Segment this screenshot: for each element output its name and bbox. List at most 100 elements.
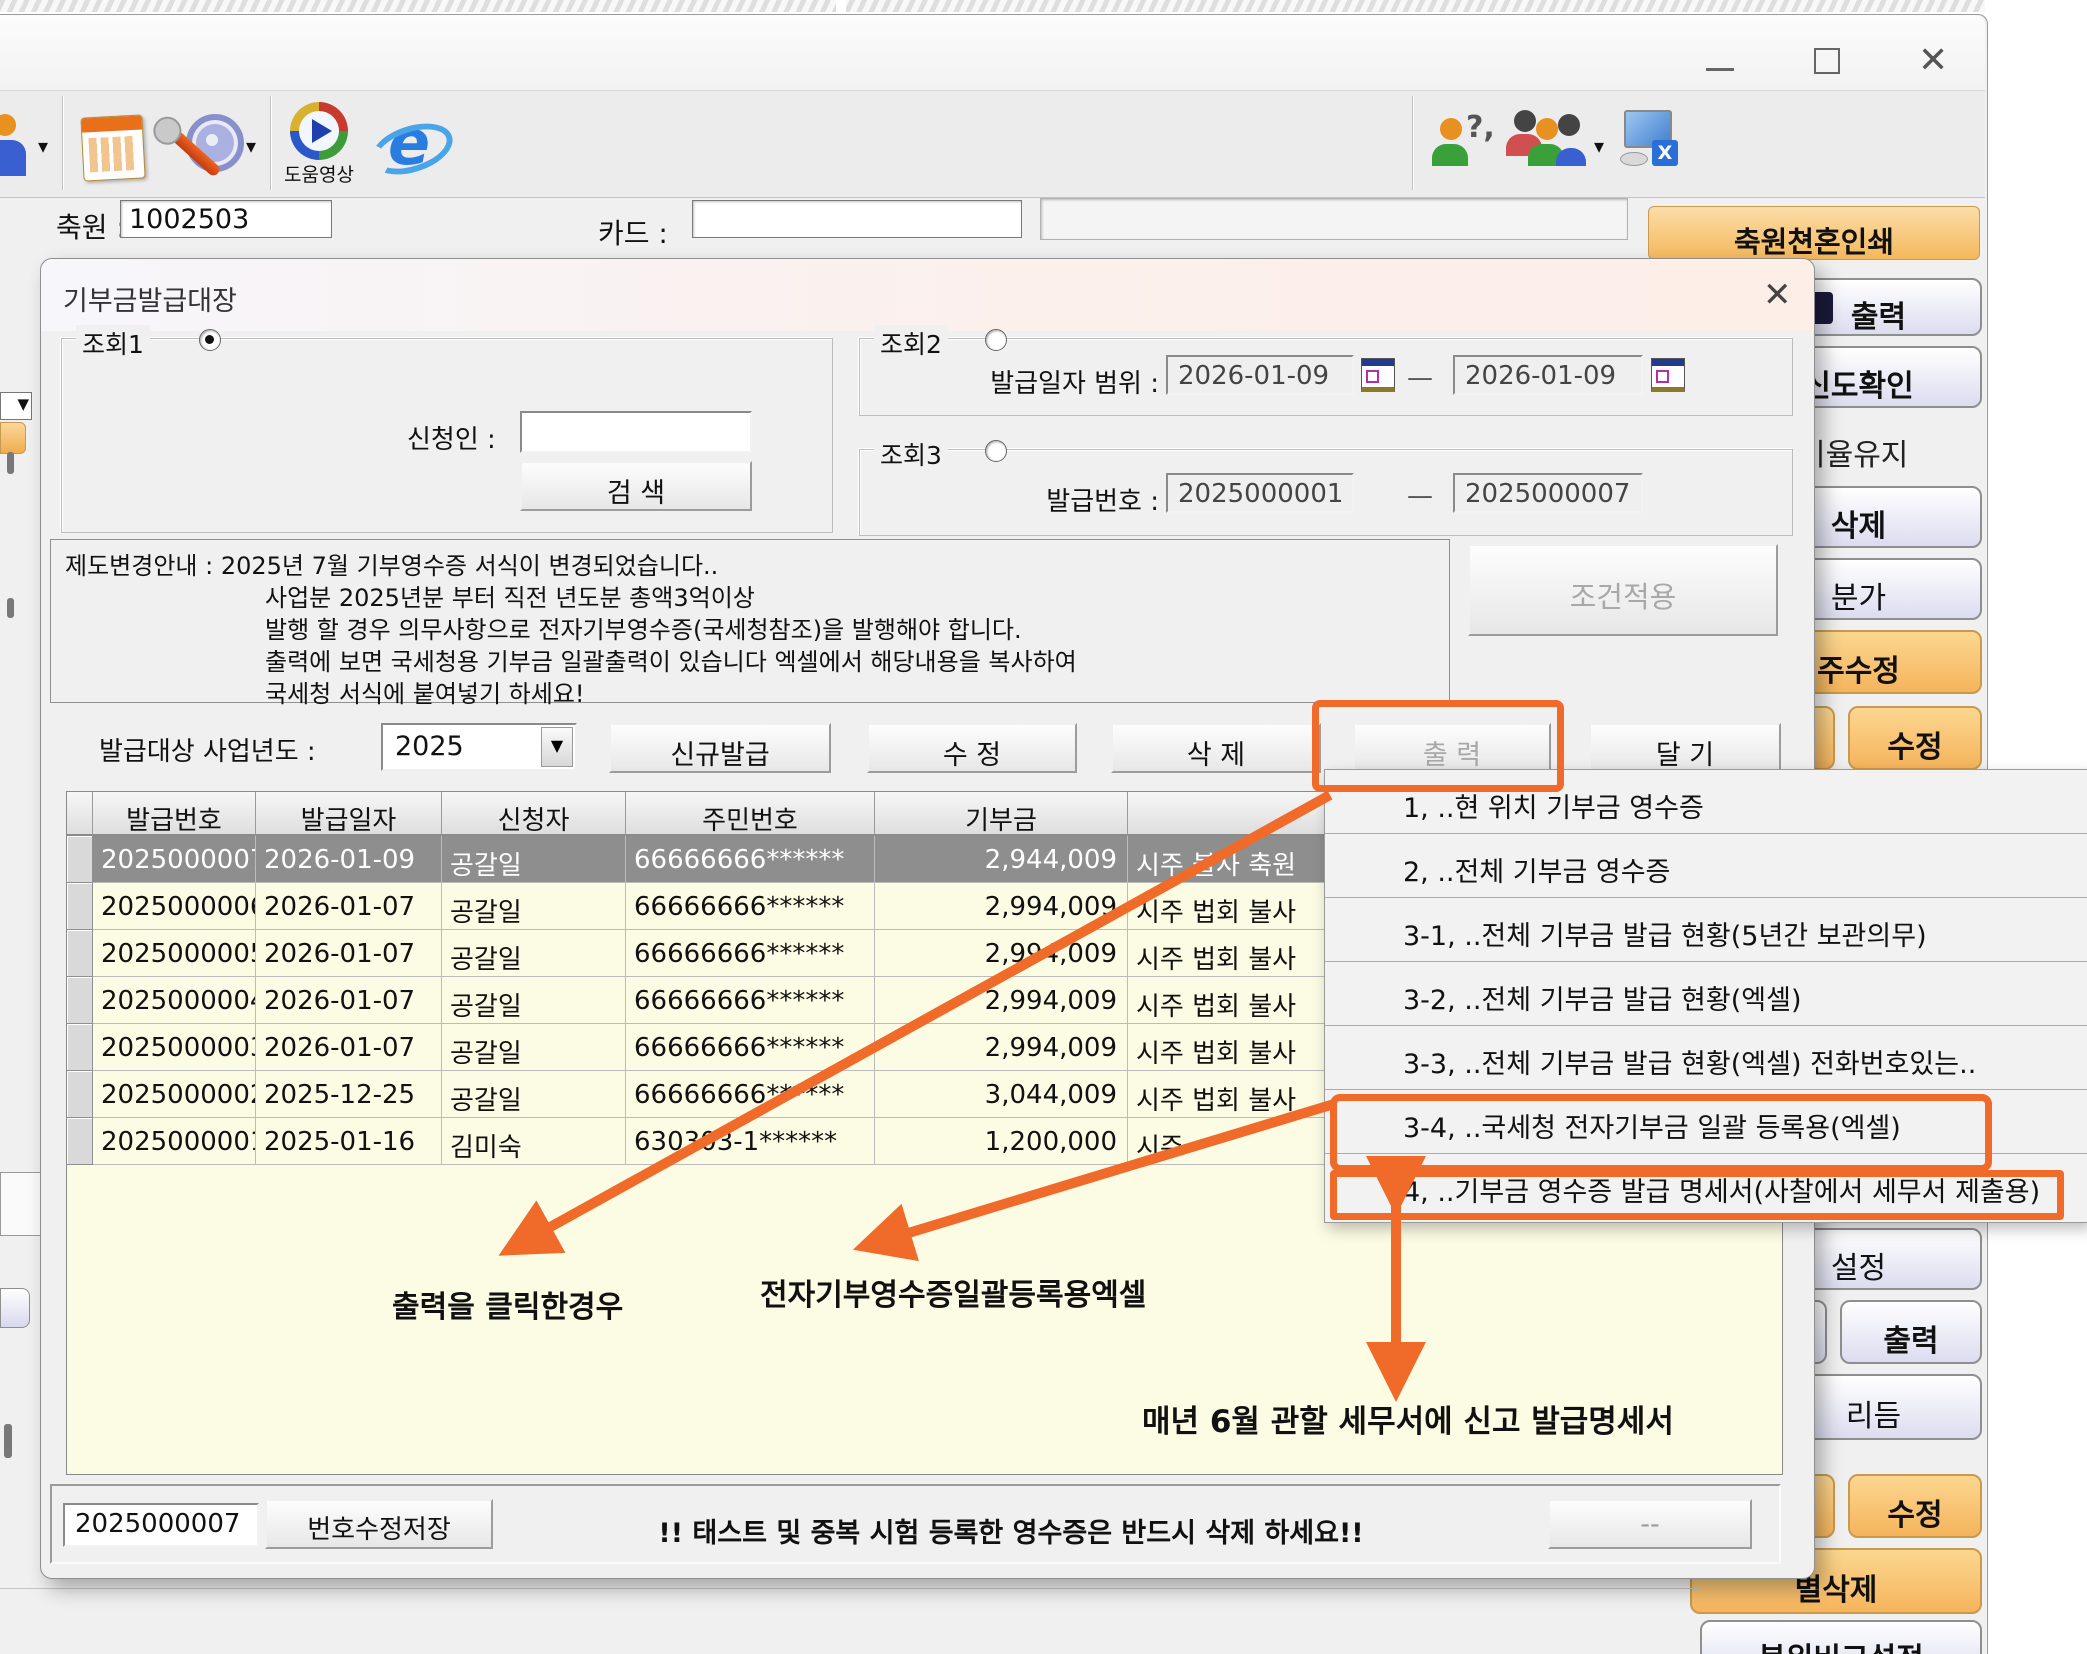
table-cell[interactable]: 2025000006	[93, 883, 256, 930]
clipped-orange-button[interactable]	[0, 422, 26, 454]
bokwi-note-button[interactable]: 복위비고설정	[1700, 1620, 1982, 1654]
table-cell[interactable]: 2025000005	[93, 930, 256, 977]
table-cell[interactable]: 2,944,009	[875, 836, 1128, 883]
search-group-3-radio[interactable]	[985, 440, 1007, 462]
table-cell[interactable]: 2026-01-07	[256, 930, 442, 977]
search-group-2-radio[interactable]	[985, 329, 1007, 351]
chukwon-input[interactable]: 1002503	[120, 200, 332, 238]
table-header-cell[interactable]: 발급번호	[93, 792, 256, 836]
number-save-button[interactable]: 번호수정저장	[265, 1499, 493, 1549]
table-cell[interactable]: 2025-01-16	[256, 1118, 442, 1165]
excel-export-icon[interactable]: X	[1618, 108, 1688, 182]
table-cell[interactable]: 66666666******	[626, 977, 875, 1024]
clipped-combobox[interactable]	[0, 392, 32, 420]
table-cell[interactable]: 2025-12-25	[256, 1071, 442, 1118]
row-selector-cell[interactable]	[67, 1071, 93, 1118]
table-cell[interactable]: 2,994,009	[875, 1024, 1128, 1071]
table-cell[interactable]: 2025000004	[93, 977, 256, 1024]
date-from-input[interactable]: 2026-01-09	[1166, 355, 1354, 395]
chukwon-print-button[interactable]: 축원쳔혼인쇄	[1648, 206, 1980, 260]
edit-lower-button[interactable]: 수정	[1848, 1474, 1982, 1538]
new-issue-button[interactable]: 신규발급	[609, 723, 831, 773]
row-selector-cell[interactable]	[67, 977, 93, 1024]
date-to-calendar-icon[interactable]	[1651, 358, 1685, 392]
table-cell[interactable]: 630303-1******	[626, 1118, 875, 1165]
menu-item-4[interactable]: 3-2, ..전체 기부금 발급 현황(엑셀)	[1325, 962, 2087, 1026]
menu-item-5[interactable]: 3-3, ..전체 기부금 발급 현황(엑셀) 전화번호있는..	[1325, 1026, 2087, 1090]
window-groove	[0, 1588, 1700, 1589]
row-selector-cell[interactable]	[67, 1118, 93, 1165]
table-cell[interactable]: 2025000003	[93, 1024, 256, 1071]
menu-item-3[interactable]: 3-1, ..전체 기부금 발급 현황(5년간 보관의무)	[1325, 898, 2087, 962]
search-group-1-radio[interactable]	[199, 329, 221, 351]
table-cell[interactable]: 공갈일	[442, 883, 626, 930]
applicant-input[interactable]	[520, 411, 752, 453]
dash-button[interactable]: --	[1548, 1499, 1752, 1549]
group-dropdown-icon[interactable]: ▾	[1594, 134, 1604, 158]
table-cell[interactable]: 2025000007	[93, 836, 256, 883]
apply-conditions-button[interactable]: 조건적용	[1468, 544, 1778, 636]
table-cell[interactable]: 2025000002	[93, 1071, 256, 1118]
internet-explorer-icon[interactable]: e	[378, 110, 448, 176]
table-header-cell[interactable]	[67, 792, 93, 836]
table-cell[interactable]: 공갈일	[442, 977, 626, 1024]
window-close-icon[interactable]: ✕	[1918, 44, 1948, 78]
minimize-button[interactable]	[1706, 68, 1734, 71]
table-cell[interactable]: 2,994,009	[875, 930, 1128, 977]
tools-dropdown-icon[interactable]: ▾	[246, 134, 256, 158]
help-video-icon[interactable]	[290, 102, 348, 160]
row-selector-cell[interactable]	[67, 836, 93, 883]
table-cell[interactable]: 2026-01-09	[256, 836, 442, 883]
maximize-button[interactable]	[1814, 48, 1840, 74]
secondary-field[interactable]	[1040, 198, 1628, 240]
search-button[interactable]: 검 색	[520, 461, 752, 511]
user-avatar-icon[interactable]	[0, 114, 32, 180]
print-lower-button[interactable]: 출력	[1840, 1300, 1982, 1364]
clipped-lavender-button[interactable]	[0, 1288, 30, 1328]
table-cell[interactable]: 66666666******	[626, 1071, 875, 1118]
card-input[interactable]	[692, 200, 1022, 238]
table-cell[interactable]: 66666666******	[626, 883, 875, 930]
table-cell[interactable]: 김미숙	[442, 1118, 626, 1165]
table-header-cell[interactable]: 신청자	[442, 792, 626, 836]
table-cell[interactable]: 공갈일	[442, 1071, 626, 1118]
number-from-input[interactable]: 2025000001	[1166, 473, 1354, 513]
delete-button[interactable]: 삭 제	[1111, 723, 1321, 773]
date-from-calendar-icon[interactable]	[1361, 358, 1395, 392]
table-cell[interactable]: 2025000001	[93, 1118, 256, 1165]
table-cell[interactable]: 3,044,009	[875, 1071, 1128, 1118]
table-header-cell[interactable]: 주민번호	[626, 792, 875, 836]
table-cell[interactable]: 2,994,009	[875, 883, 1128, 930]
member-group-icon[interactable]	[1510, 106, 1590, 180]
table-header-cell[interactable]: 기부금	[875, 792, 1128, 836]
table-cell[interactable]: 66666666******	[626, 1024, 875, 1071]
table-cell[interactable]: 66666666******	[626, 930, 875, 977]
table-cell[interactable]: 2,994,009	[875, 977, 1128, 1024]
table-header-cell[interactable]: 발급일자	[256, 792, 442, 836]
table-cell[interactable]: 공갈일	[442, 1024, 626, 1071]
table-cell[interactable]: 2026-01-07	[256, 1024, 442, 1071]
avatar-dropdown-icon[interactable]: ▾	[38, 134, 48, 158]
edit-button[interactable]: 수 정	[867, 723, 1077, 773]
year-combobox[interactable]: 2025 ▼	[381, 723, 577, 771]
edit-side-button[interactable]: 수정	[1848, 706, 1982, 770]
table-cell[interactable]: 2026-01-07	[256, 977, 442, 1024]
row-selector-cell[interactable]	[67, 930, 93, 977]
year-dropdown-icon[interactable]: ▼	[541, 727, 573, 767]
number-to-input[interactable]: 2025000007	[1453, 473, 1643, 513]
table-cell[interactable]: 공갈일	[442, 836, 626, 883]
table-cell[interactable]: 1,200,000	[875, 1118, 1128, 1165]
table-cell[interactable]: 2026-01-07	[256, 883, 442, 930]
number-edit-input[interactable]: 2025000007	[63, 1503, 259, 1547]
dialog-close-icon[interactable]: ✕	[1763, 275, 1792, 315]
close-button[interactable]: 달 기	[1589, 723, 1781, 773]
calendar-icon[interactable]	[80, 114, 145, 181]
table-cell[interactable]: 66666666******	[626, 836, 875, 883]
row-selector-cell[interactable]	[67, 1024, 93, 1071]
menu-item-2[interactable]: 2, ..전체 기부금 영수증	[1325, 834, 2087, 898]
table-cell[interactable]: 공갈일	[442, 930, 626, 977]
date-to-input[interactable]: 2026-01-09	[1453, 355, 1643, 395]
row-selector-cell[interactable]	[67, 883, 93, 930]
tools-icon[interactable]	[160, 112, 240, 188]
member-help-icon[interactable]: ?,	[1430, 110, 1500, 180]
